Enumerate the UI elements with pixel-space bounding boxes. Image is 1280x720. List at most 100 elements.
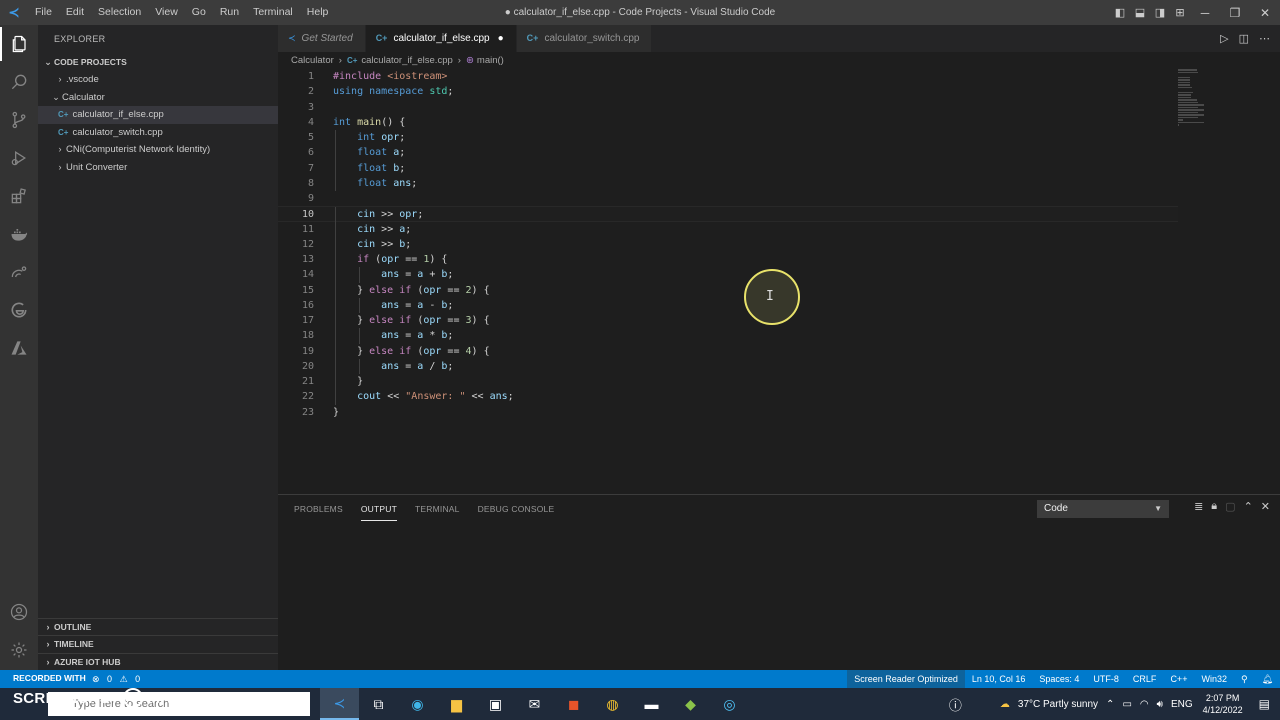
menu-edit[interactable]: Edit [59,0,91,25]
tab-debug-console[interactable]: DEBUG CONSOLE [478,495,555,523]
lock-scroll-icon[interactable]: 🔒︎ [1211,500,1217,513]
source-control-icon[interactable] [0,103,38,137]
wifi-icon[interactable]: ◠ [1136,699,1153,710]
network-icon[interactable]: ▭ [1118,699,1135,710]
breadcrumb-symbol[interactable]: main() [477,55,504,66]
code-line[interactable]: 16 ans = a - b; [278,297,1178,313]
menu-view[interactable]: View [148,0,185,25]
azure-iot-hub-section[interactable]: › AZURE IOT HUB [38,652,278,671]
language-indicator[interactable]: ENG [1167,699,1197,710]
code-line[interactable]: 8 float ans; [278,175,1178,191]
menu-run[interactable]: Run [213,0,246,25]
tray-chevron-icon[interactable]: ⌃ [1102,699,1118,710]
code-line[interactable]: 19 } else if (opr == 4) { [278,343,1178,359]
minimize-button[interactable]: ─ [1190,6,1220,20]
tree-item-unit-converter[interactable]: › Unit Converter [38,159,278,177]
azure-icon[interactable] [0,331,38,365]
code-line[interactable]: 5 int opr; [278,130,1178,146]
office-icon[interactable]: ◼ [554,688,593,720]
tree-item-calculator-switch[interactable]: C+ calculator_switch.cpp [38,124,278,142]
unsaved-dot-icon[interactable]: ● [498,33,504,44]
code-line[interactable]: 4 int main() { [278,115,1178,130]
code-line[interactable]: 13 if (opr == 1) { [278,252,1178,268]
tree-item-vscode[interactable]: › .vscode [38,71,278,89]
code-line[interactable]: 12 cin >> b; [278,236,1178,252]
volume-icon[interactable]: 🔊︎ [1153,699,1167,710]
tab-calculator-if-else[interactable]: C+ calculator_if_else.cpp ● [365,25,517,52]
encoding-status[interactable]: UTF-8 [1086,670,1126,688]
toggle-secondary-sidebar-icon[interactable]: ◨ [1150,6,1170,19]
toggle-panel-icon[interactable]: ⬓ [1130,6,1150,19]
more-actions-icon[interactable]: ⋯ [1259,32,1270,45]
screen-reader-status[interactable]: Screen Reader Optimized [847,670,965,688]
docker-icon[interactable] [0,217,38,251]
action-center-icon[interactable]: ▤ [1249,697,1280,711]
menu-go[interactable]: Go [185,0,213,25]
code-line[interactable]: 9 [278,191,1178,206]
code-line[interactable]: 20 ans = a / b; [278,358,1178,374]
tree-item-calculator-if-else[interactable]: C+ calculator_if_else.cpp [38,106,278,124]
tab-calculator-switch[interactable]: C+ calculator_switch.cpp [516,25,653,52]
cursor-position-status[interactable]: Ln 10, Col 16 [965,670,1033,688]
code-line[interactable]: 3 [278,100,1178,115]
clear-output-icon[interactable]: ≣ [1194,500,1203,513]
code-line[interactable]: 7 float b; [278,160,1178,176]
customize-layout-icon[interactable]: ⊞ [1170,6,1190,19]
code-line[interactable]: 1 #include <iostream> [278,69,1178,84]
indentation-status[interactable]: Spaces: 4 [1032,670,1086,688]
code-line[interactable]: 17 } else if (opr == 3) { [278,313,1178,329]
mail-icon[interactable]: ✉ [515,688,554,720]
edge-icon[interactable]: ◉ [398,688,437,720]
code-line[interactable]: 23} [278,405,1178,420]
task-view-icon[interactable]: ⧉ [359,688,398,720]
explorer-icon[interactable] [0,27,38,61]
settings-gear-icon[interactable] [0,633,38,667]
tree-item-cni[interactable]: › CNi(Computerist Network Identity) [38,141,278,159]
code-line[interactable]: 21 } [278,374,1178,390]
clock[interactable]: 2:07 PM 4/12/2022 [1197,692,1249,716]
file-explorer-icon[interactable]: ▆ [437,688,476,720]
eol-status[interactable]: CRLF [1126,670,1164,688]
run-debug-icon[interactable] [0,141,38,175]
tab-get-started[interactable]: ≺ Get Started [278,25,366,52]
edge-devtools-icon[interactable] [0,293,38,327]
code-line[interactable]: 10 cin >> opr; [278,206,1178,223]
tab-output[interactable]: OUTPUT [360,495,397,521]
split-editor-icon[interactable]: ◫ [1239,32,1249,45]
remote-explorer-icon[interactable] [0,255,38,289]
maximize-button[interactable]: ❐ [1220,6,1250,20]
menu-help[interactable]: Help [300,0,336,25]
feedback-icon[interactable]: ⚲ [1234,670,1255,688]
weather-text[interactable]: 37°C Partly sunny [1014,699,1102,710]
search-icon[interactable] [0,65,38,99]
close-panel-icon[interactable]: ✕ [1261,500,1270,513]
code-line[interactable]: 15 } else if (opr == 2) { [278,282,1178,298]
screencast-app-icon[interactable]: ◎ [710,688,749,720]
open-log-icon[interactable]: ▢ [1225,500,1235,513]
output-channel-select[interactable]: Code ▼ [1037,500,1169,518]
extensions-icon[interactable] [0,179,38,213]
terminal-icon[interactable]: ▬ [632,688,671,720]
code-line[interactable]: 2 using namespace std; [278,84,1178,99]
breadcrumb-file[interactable]: calculator_if_else.cpp [361,55,452,66]
toggle-sidebar-icon[interactable]: ◧ [1110,6,1130,19]
tree-item-calculator[interactable]: ⌄ Calculator [38,89,278,107]
menu-selection[interactable]: Selection [91,0,148,25]
git-icon[interactable]: ◆ [671,688,710,720]
menu-terminal[interactable]: Terminal [246,0,300,25]
outline-section[interactable]: › OUTLINE [38,617,278,636]
tab-terminal[interactable]: TERMINAL [415,495,460,523]
code-line[interactable]: 22 cout << "Answer: " << ans; [278,389,1178,405]
code-line[interactable]: 18 ans = a * b; [278,328,1178,344]
code-line[interactable]: 14 ans = a + b; [278,267,1178,283]
minimap[interactable] [1178,69,1204,126]
store-icon[interactable]: ▣ [476,688,515,720]
platform-status[interactable]: Win32 [1194,670,1234,688]
timeline-section[interactable]: › TIMELINE [38,635,278,653]
code-line[interactable]: 11 cin >> a; [278,221,1178,237]
close-button[interactable]: ✕ [1250,6,1280,20]
chrome-icon[interactable]: ◍ [593,688,632,720]
code-line[interactable]: 6 float a; [278,145,1178,161]
maximize-panel-icon[interactable]: ⌃ [1244,500,1253,513]
language-status[interactable]: C++ [1163,670,1194,688]
